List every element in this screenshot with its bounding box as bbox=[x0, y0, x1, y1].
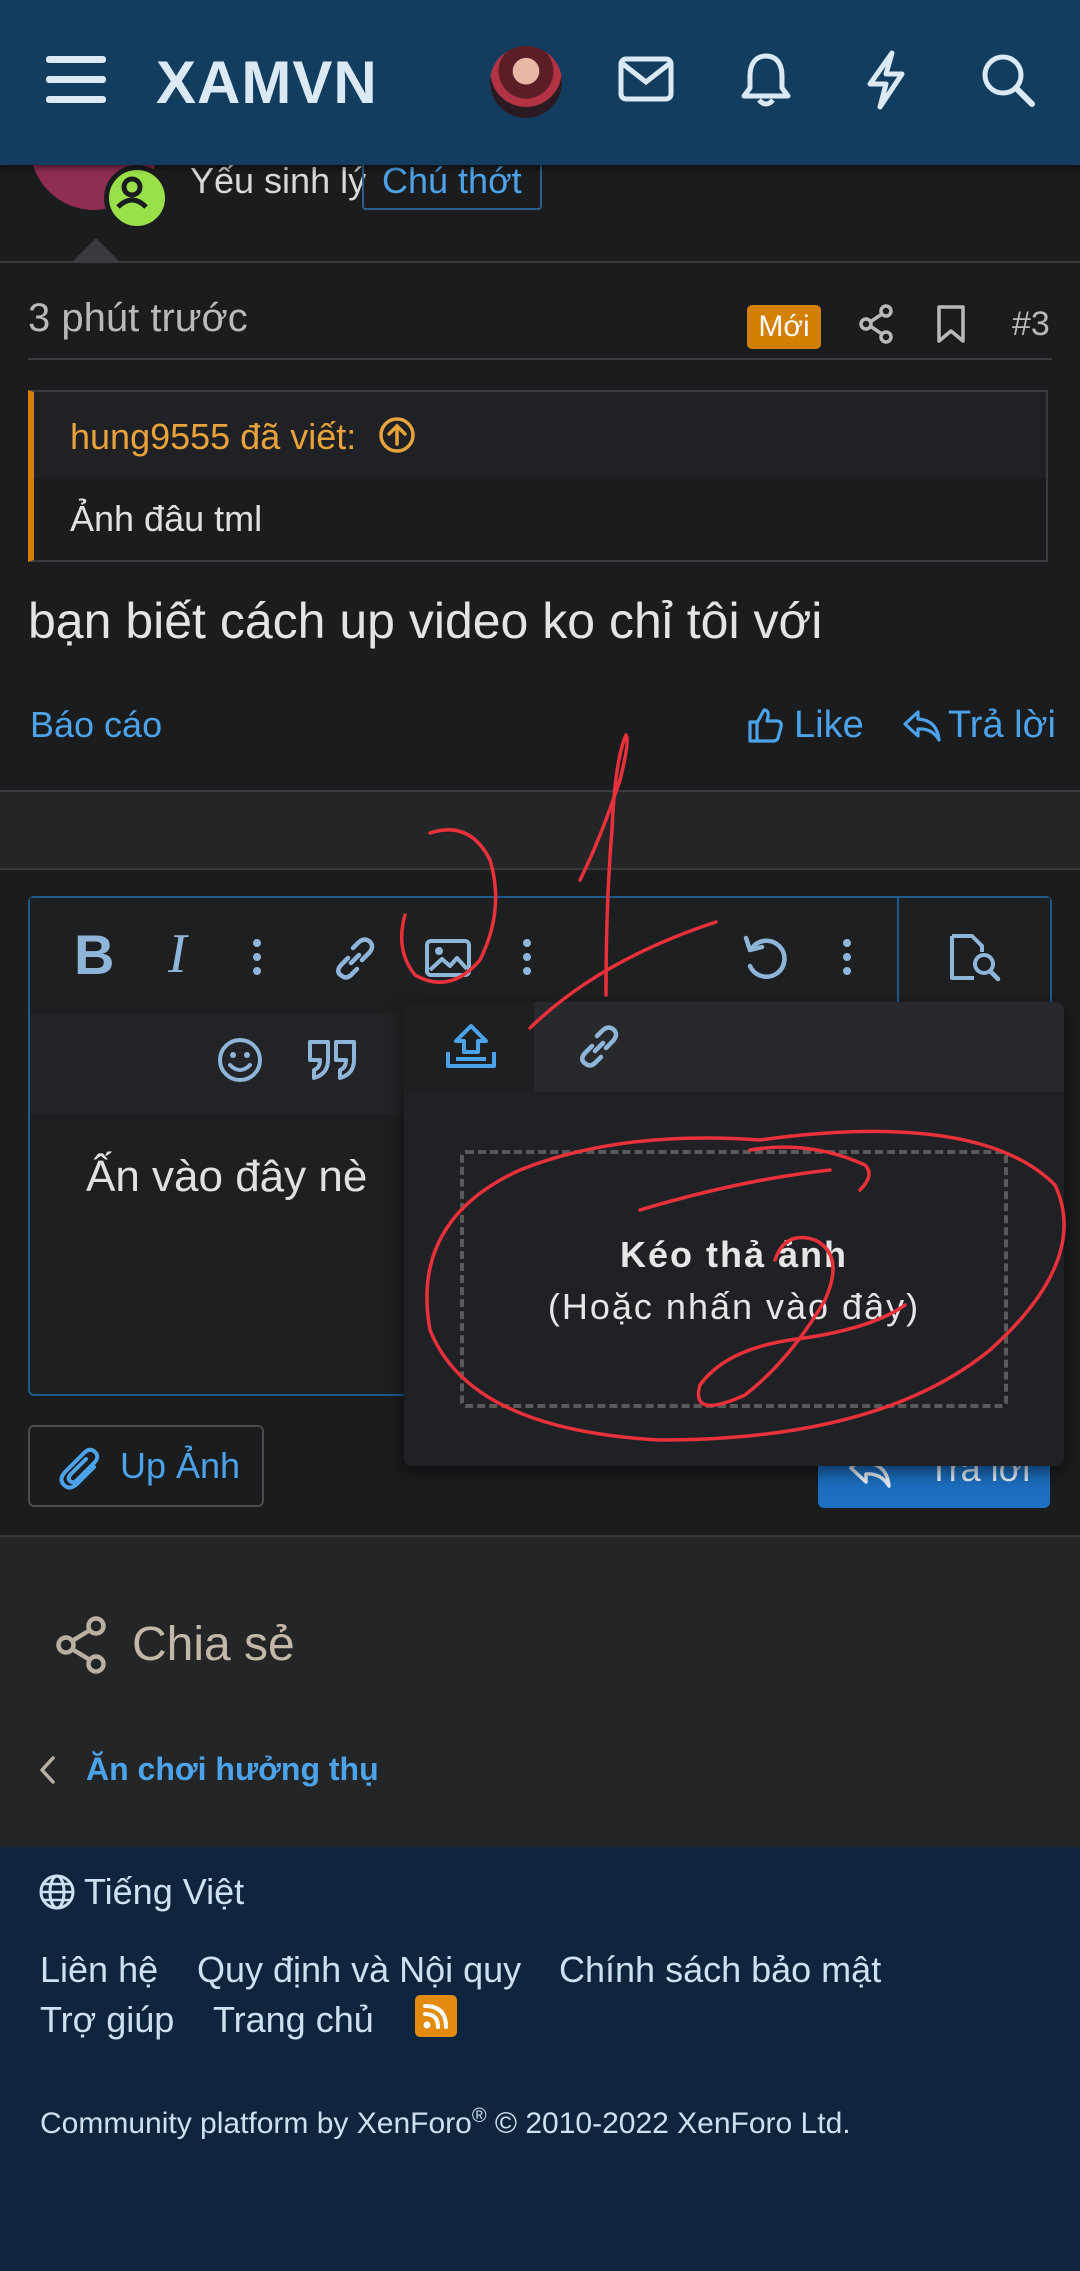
footer-link-help[interactable]: Trợ giúp bbox=[40, 1999, 174, 2041]
new-badge: Mới bbox=[747, 305, 821, 349]
footer-link-rules[interactable]: Quy định và Nội quy bbox=[197, 1949, 521, 1991]
post-pointer bbox=[72, 238, 120, 262]
thumbs-up-icon[interactable] bbox=[746, 706, 784, 744]
quote-text: Ảnh đâu tml bbox=[70, 498, 263, 539]
footer: Tiếng Việt Liên hệ Quy định và Nội quy C… bbox=[0, 1847, 1080, 2271]
footer-link-contact[interactable]: Liên hệ bbox=[40, 1949, 158, 1991]
dropzone-title: Kéo thả ảnh bbox=[619, 1234, 848, 1275]
mail-icon[interactable] bbox=[618, 56, 674, 102]
link-icon[interactable] bbox=[576, 1024, 622, 1070]
report-link[interactable]: Báo cáo bbox=[30, 704, 162, 746]
search-icon[interactable] bbox=[980, 52, 1036, 108]
more-vertical-icon[interactable] bbox=[522, 938, 532, 976]
top-header: XAMVN bbox=[0, 0, 1080, 165]
bell-icon[interactable] bbox=[740, 50, 792, 108]
section-band bbox=[0, 790, 1080, 870]
undo-icon[interactable] bbox=[740, 934, 790, 982]
upload-image-button[interactable]: Up Ảnh bbox=[28, 1425, 264, 1507]
rss-icon[interactable] bbox=[415, 1995, 457, 2037]
divider bbox=[0, 261, 1080, 263]
language-selector[interactable]: Tiếng Việt bbox=[84, 1871, 244, 1913]
bookmark-icon[interactable] bbox=[936, 304, 966, 344]
share-section: Chia sẻ Ăn chơi hưởng thụ bbox=[0, 1535, 1080, 1849]
bold-button[interactable]: B bbox=[74, 922, 114, 987]
footer-link-privacy[interactable]: Chính sách bảo mật bbox=[559, 1949, 881, 1991]
globe-icon[interactable] bbox=[38, 1873, 76, 1911]
italic-button[interactable]: I bbox=[168, 922, 187, 986]
registered-mark: ® bbox=[471, 2105, 487, 2127]
arrow-up-circle-icon[interactable] bbox=[378, 416, 416, 454]
site-logo[interactable]: XAMVN bbox=[156, 48, 378, 117]
more-vertical-icon[interactable] bbox=[842, 938, 852, 976]
dropzone-subtitle: (Hoặc nhấn vào đây) bbox=[547, 1286, 921, 1327]
online-status-icon bbox=[104, 165, 170, 231]
menu-icon[interactable] bbox=[44, 52, 108, 108]
chevron-left-icon[interactable] bbox=[38, 1755, 56, 1785]
preview-icon[interactable] bbox=[948, 932, 1002, 982]
footer-link-home[interactable]: Trang chủ bbox=[213, 1999, 374, 2041]
user-title: Yếu sinh lý bbox=[190, 160, 367, 201]
divider bbox=[28, 358, 1052, 360]
post-time[interactable]: 3 phút trước bbox=[28, 296, 248, 341]
copyright-years: © 2010-2022 XenForo Ltd. bbox=[486, 2107, 851, 2140]
editor-toolbar: B I bbox=[30, 898, 1050, 1014]
share-label[interactable]: Chia sẻ bbox=[132, 1617, 295, 1672]
image-icon[interactable] bbox=[424, 938, 472, 978]
image-insert-popup: Kéo thả ảnh (Hoặc nhấn vào đây) bbox=[404, 1002, 1064, 1466]
quote-block: hung9555 đã viết: Ảnh đâu tml bbox=[28, 390, 1048, 562]
reply-icon[interactable] bbox=[902, 708, 942, 744]
like-button[interactable]: Like bbox=[794, 704, 864, 747]
post-message: bạn biết cách up video ko chỉ tôi với bbox=[28, 593, 823, 649]
link-icon[interactable] bbox=[332, 936, 378, 982]
toolbar-separator bbox=[897, 898, 899, 1014]
share-icon[interactable] bbox=[54, 1615, 108, 1675]
share-icon[interactable] bbox=[858, 304, 894, 344]
quote-author[interactable]: hung9555 đã viết: bbox=[70, 416, 356, 458]
quote-icon[interactable] bbox=[306, 1038, 360, 1082]
post-number[interactable]: #3 bbox=[1012, 305, 1050, 344]
copyright: Community platform by XenForo® © 2010-20… bbox=[40, 2105, 851, 2141]
lightning-icon[interactable] bbox=[862, 50, 910, 110]
copyright-platform: Community platform by XenForo bbox=[40, 2107, 472, 2140]
editor-content[interactable]: Ấn vào đây nè bbox=[86, 1152, 367, 1202]
more-vertical-icon[interactable] bbox=[252, 938, 262, 976]
breadcrumb[interactable]: Ăn chơi hưởng thụ bbox=[86, 1751, 379, 1788]
image-dropzone[interactable]: Kéo thả ảnh (Hoặc nhấn vào đây) bbox=[460, 1150, 1008, 1408]
upload-icon[interactable] bbox=[444, 1022, 498, 1070]
avatar[interactable] bbox=[490, 46, 562, 118]
upload-image-label: Up Ảnh bbox=[120, 1445, 241, 1486]
reply-link[interactable]: Trả lời bbox=[948, 704, 1056, 747]
smiley-icon[interactable] bbox=[216, 1036, 264, 1084]
paperclip-icon bbox=[58, 1447, 100, 1491]
